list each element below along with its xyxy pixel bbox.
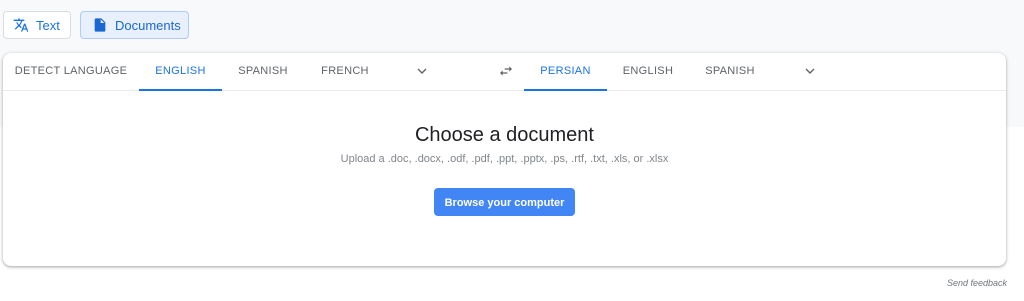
choose-document-title: Choose a document: [414, 124, 594, 146]
translate-page: Text Documents DETECT LANGUAGE ENGLISH S…: [0, 0, 1024, 301]
text-mode-button[interactable]: Text: [3, 11, 71, 39]
translation-card: DETECT LANGUAGE ENGLISH SPANISH FRENCH P…: [3, 53, 1006, 266]
supported-formats-text: Upload a .doc, .docx, .odf, .pdf, .ppt, …: [340, 153, 669, 165]
browse-computer-button[interactable]: Browse your computer: [434, 188, 575, 216]
text-mode-label: Text: [36, 17, 60, 33]
target-lang-english[interactable]: ENGLISH: [608, 53, 688, 90]
target-lang-persian[interactable]: PERSIAN: [524, 53, 607, 91]
swap-languages-icon[interactable]: [497, 63, 515, 79]
document-icon: [92, 17, 108, 33]
source-lang-english[interactable]: ENGLISH: [139, 53, 222, 91]
language-bar: DETECT LANGUAGE ENGLISH SPANISH FRENCH P…: [3, 53, 1006, 91]
translate-icon: [13, 17, 29, 33]
source-lang-french[interactable]: FRENCH: [306, 53, 384, 90]
source-more-languages-chevron-down-icon[interactable]: [414, 63, 430, 79]
target-more-languages-chevron-down-icon[interactable]: [802, 63, 818, 79]
documents-mode-button[interactable]: Documents: [80, 11, 189, 39]
source-lang-detect[interactable]: DETECT LANGUAGE: [9, 53, 133, 90]
documents-mode-label: Documents: [115, 17, 181, 33]
target-lang-spanish[interactable]: SPANISH: [690, 53, 770, 90]
send-feedback-link[interactable]: Send feedback: [947, 278, 1007, 288]
source-lang-spanish[interactable]: SPANISH: [223, 53, 303, 90]
